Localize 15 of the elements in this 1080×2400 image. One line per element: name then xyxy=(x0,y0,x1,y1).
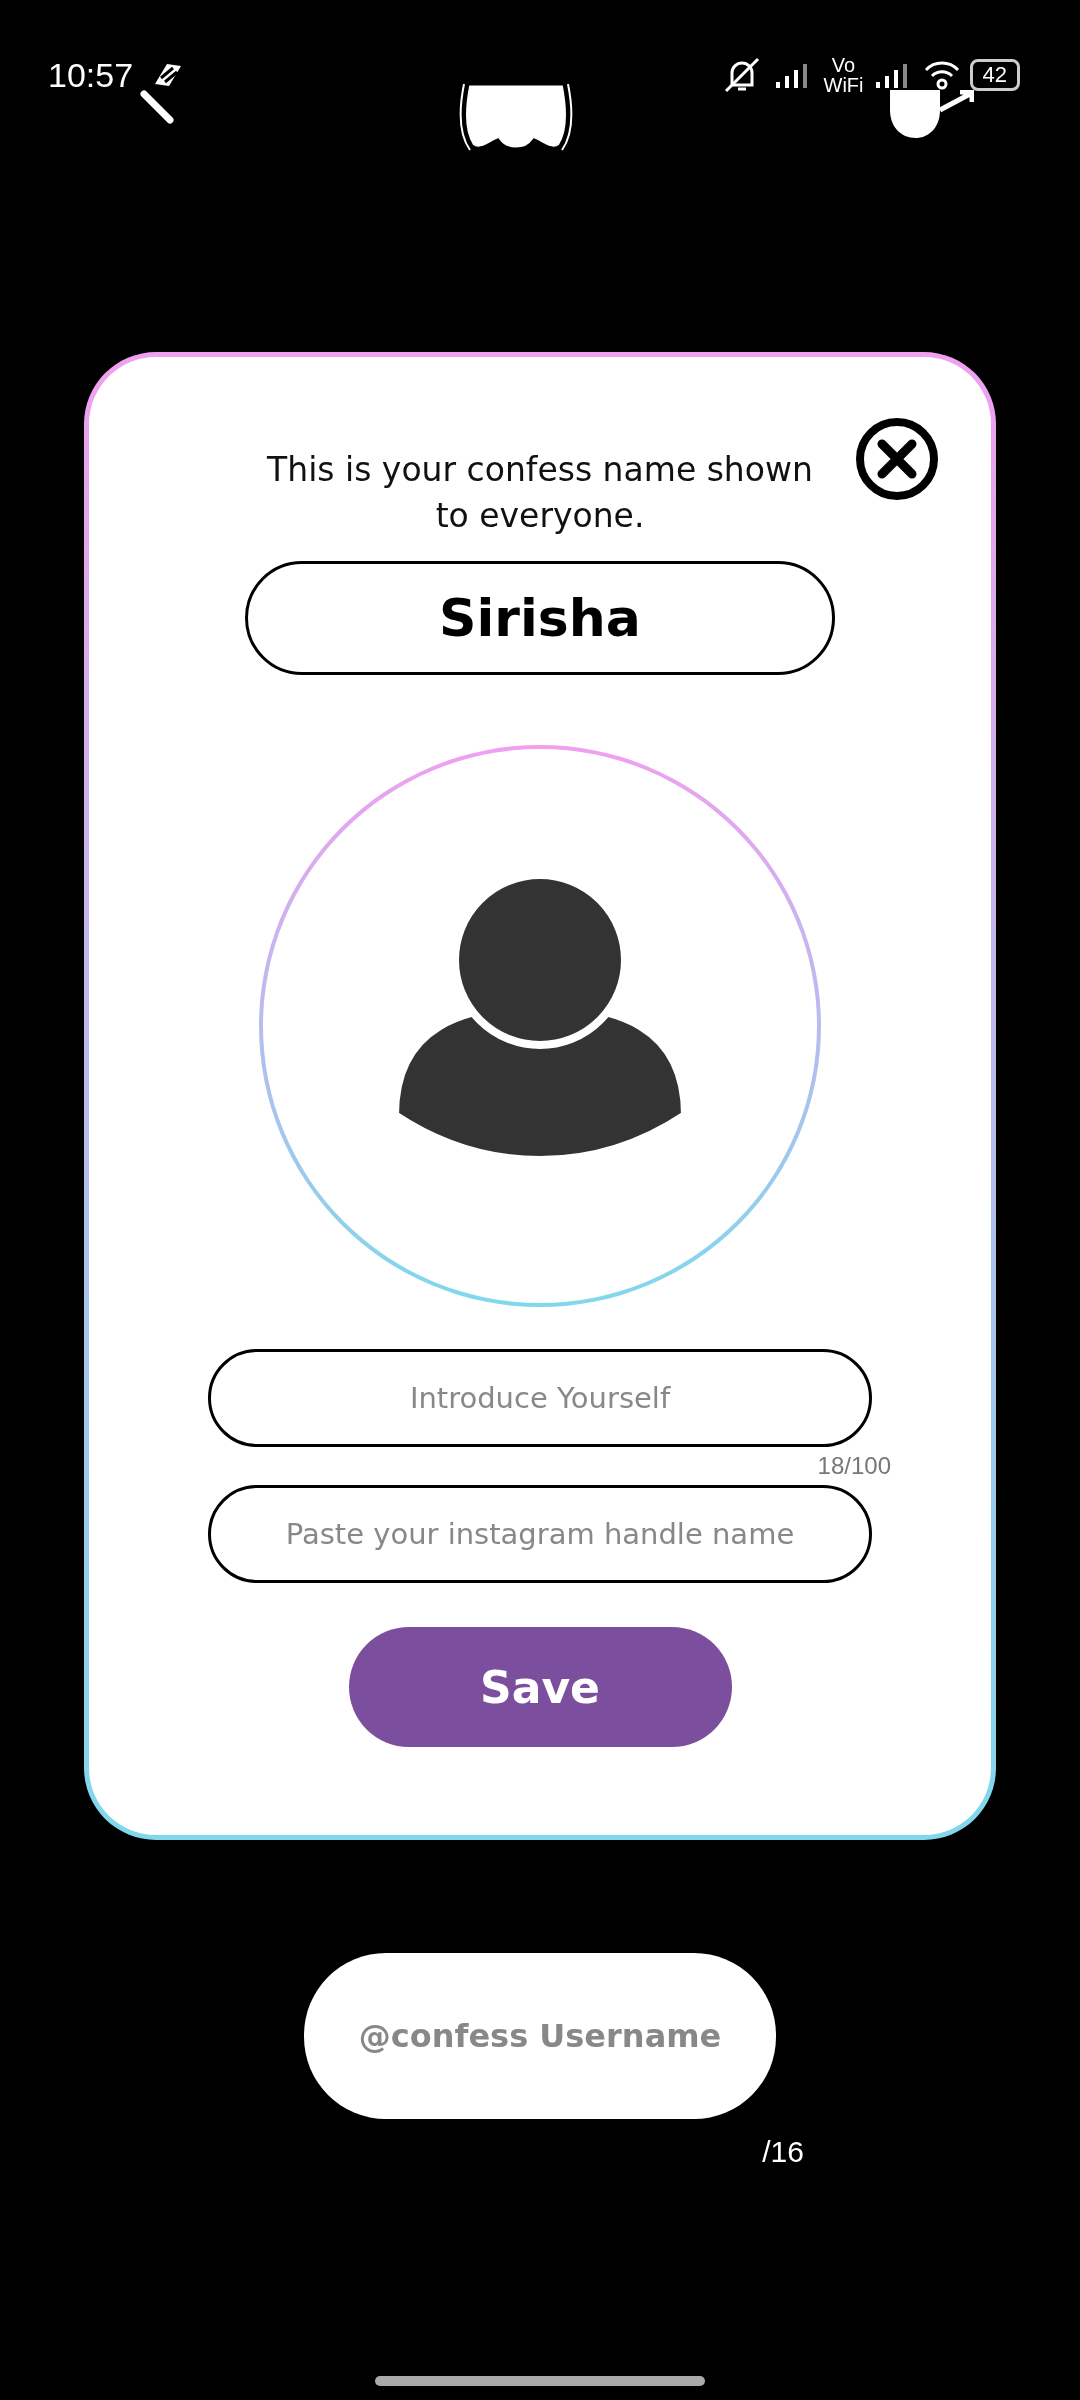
vo-label: Vo xyxy=(831,55,856,75)
save-button[interactable]: Save xyxy=(348,1627,732,1747)
status-time: 10:57 xyxy=(48,55,134,95)
cup-icon[interactable] xyxy=(890,90,974,140)
dialog-message: This is your confess name shown to everyone. xyxy=(266,449,814,537)
name-field[interactable]: Sirisha xyxy=(245,561,835,675)
character-counter: 18/100 xyxy=(817,1451,891,1481)
wifi-icon xyxy=(923,60,960,90)
username-field[interactable]: @confess Username xyxy=(304,1953,776,2119)
close-icon[interactable] xyxy=(855,417,939,501)
introduce-field[interactable]: Introduce Yourself xyxy=(208,1349,872,1447)
username-counter: /16 xyxy=(762,2135,804,2169)
instagram-field[interactable]: Paste your instagram handle name xyxy=(208,1485,872,1583)
battery-icon: 42 xyxy=(969,59,1020,91)
wifi-label: WiFi xyxy=(823,75,864,95)
